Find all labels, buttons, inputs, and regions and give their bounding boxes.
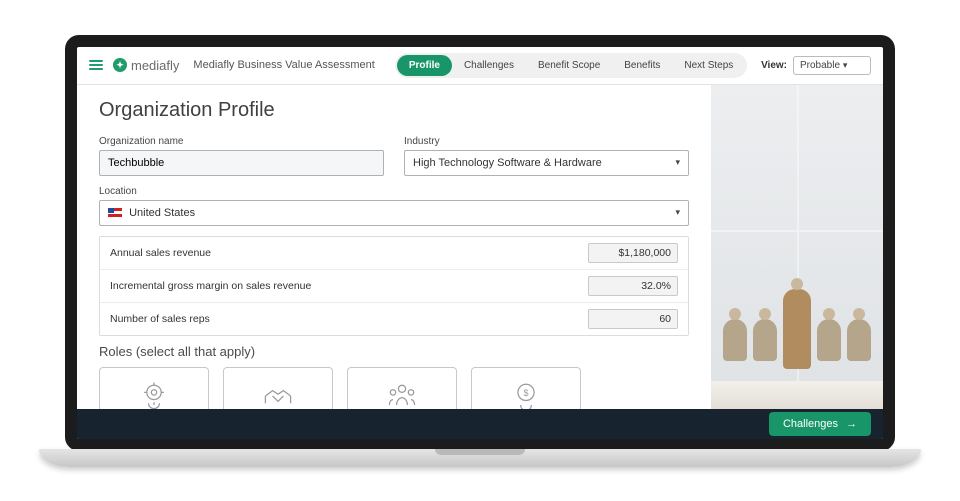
app-screen: ✦ mediafly Mediafly Business Value Asses… <box>77 47 883 439</box>
laptop-base <box>39 449 921 467</box>
view-label: View: <box>761 60 787 71</box>
brand-logo-icon: ✦ <box>113 58 127 72</box>
money-mind-icon: $ <box>508 378 544 409</box>
us-flag-icon <box>108 208 122 217</box>
metric-input-revenue[interactable] <box>588 243 678 263</box>
org-name-input[interactable] <box>99 150 384 176</box>
tab-next-steps[interactable]: Next Steps <box>672 55 745 76</box>
tab-challenges[interactable]: Challenges <box>452 55 526 76</box>
location-select[interactable]: United States ▾ <box>99 200 689 226</box>
people-group-icon <box>384 378 420 409</box>
chevron-down-icon: ▾ <box>675 207 680 218</box>
location-value: United States <box>129 207 195 219</box>
metric-row: Number of sales reps <box>100 303 688 335</box>
brain-gear-icon <box>136 378 172 409</box>
industry-label: Industry <box>404 136 689 147</box>
chevron-down-icon: ▾ <box>843 60 848 70</box>
hero-image <box>711 85 883 409</box>
metrics-table: Annual sales revenue Incremental gross m… <box>99 236 689 336</box>
handshake-icon <box>260 378 296 409</box>
tab-profile[interactable]: Profile <box>397 55 452 76</box>
metric-input-reps[interactable] <box>588 309 678 329</box>
app-title: Mediafly Business Value Assessment <box>193 59 374 71</box>
industry-value: High Technology Software & Hardware <box>413 157 602 169</box>
next-button-label: Challenges <box>783 418 838 430</box>
form-area: Organization Profile Organization name I… <box>77 85 711 409</box>
view-value: Probable <box>800 60 840 71</box>
metric-row: Annual sales revenue <box>100 237 688 270</box>
tab-benefit-scope[interactable]: Benefit Scope <box>526 55 612 76</box>
industry-select[interactable]: High Technology Software & Hardware ▾ <box>404 150 689 176</box>
content-area: Organization Profile Organization name I… <box>77 85 883 409</box>
arrow-right-icon: → <box>846 418 857 430</box>
role-card-finance[interactable]: $ <box>471 367 581 409</box>
brand-name: mediafly <box>131 58 179 73</box>
laptop-frame: ✦ mediafly Mediafly Business Value Asses… <box>65 35 895 467</box>
role-card-partnership[interactable] <box>223 367 333 409</box>
next-challenges-button[interactable]: Challenges → <box>769 412 871 436</box>
org-name-label: Organization name <box>99 136 384 147</box>
role-cards: $ <box>99 367 689 409</box>
metric-row: Incremental gross margin on sales revenu… <box>100 270 688 303</box>
topbar: ✦ mediafly Mediafly Business Value Asses… <box>77 47 883 85</box>
nav-tabs: Profile Challenges Benefit Scope Benefit… <box>395 53 748 78</box>
metric-label: Number of sales reps <box>110 313 588 325</box>
hamburger-menu-icon[interactable] <box>89 60 103 70</box>
roles-title: Roles (select all that apply) <box>99 344 689 359</box>
role-card-team[interactable] <box>347 367 457 409</box>
brand: ✦ mediafly <box>113 58 179 73</box>
metric-label: Annual sales revenue <box>110 247 588 259</box>
location-label: Location <box>99 186 689 197</box>
tab-benefits[interactable]: Benefits <box>612 55 672 76</box>
screen-bezel: ✦ mediafly Mediafly Business Value Asses… <box>65 35 895 451</box>
footer-bar: Challenges → <box>77 409 883 439</box>
view-select[interactable]: Probable ▾ <box>793 56 871 75</box>
chevron-down-icon: ▾ <box>675 157 680 168</box>
page-title: Organization Profile <box>99 99 689 122</box>
metric-label: Incremental gross margin on sales revenu… <box>110 280 588 292</box>
role-card-strategy[interactable] <box>99 367 209 409</box>
metric-input-margin[interactable] <box>588 276 678 296</box>
svg-text:$: $ <box>523 388 528 398</box>
